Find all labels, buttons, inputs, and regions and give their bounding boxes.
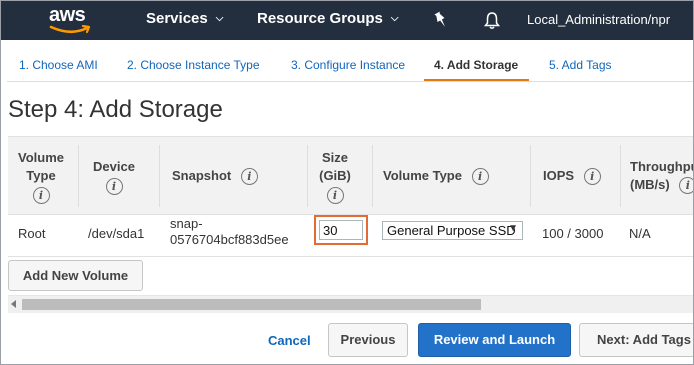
column-divider <box>307 145 308 207</box>
bell-icon[interactable] <box>483 11 501 30</box>
header-volume-type-2-label: Volume Type <box>383 168 462 183</box>
cell-snapshot: snap- 0576704bcf883d5ee <box>170 216 289 248</box>
tab-add-storage[interactable]: 4. Add Storage <box>434 58 518 72</box>
header-size: Size (GiB) i <box>317 149 353 205</box>
tab-choose-instance-type[interactable]: 2. Choose Instance Type <box>127 58 260 72</box>
header-throughput-line2: (MB/s) <box>630 177 670 192</box>
volume-type-select[interactable]: General Purpose SSD ▼ <box>382 221 523 240</box>
chevron-down-icon: ⌵ <box>215 13 224 24</box>
info-icon[interactable]: i <box>105 178 123 196</box>
header-throughput: Throughput (MB/s) i <box>630 158 693 195</box>
resource-groups-label: Resource Groups <box>257 10 383 27</box>
tab-choose-ami[interactable]: 1. Choose AMI <box>19 58 98 72</box>
account-menu[interactable]: Local_Administration/npr <box>527 12 670 27</box>
previous-button[interactable]: Previous <box>328 323 408 357</box>
info-icon[interactable]: i <box>471 168 489 186</box>
cell-iops: 100 / 3000 <box>542 226 604 241</box>
cancel-link[interactable]: Cancel <box>268 333 311 348</box>
info-icon[interactable]: i <box>326 187 344 205</box>
logo-text: aws <box>49 4 86 26</box>
add-new-volume-button[interactable]: Add New Volume <box>8 260 143 291</box>
review-and-launch-button[interactable]: Review and Launch <box>418 323 571 357</box>
info-icon[interactable]: i <box>240 168 258 186</box>
tab-configure-instance[interactable]: 3. Configure Instance <box>291 58 405 72</box>
scroll-left-arrow-icon[interactable] <box>11 300 16 308</box>
app-window: aws Services ⌵ Resource Groups ⌵ Local_Adm… <box>0 0 694 365</box>
services-menu[interactable]: Services ⌵ <box>146 10 223 27</box>
info-icon[interactable]: i <box>32 187 50 205</box>
header-throughput-line1: Throughput <box>630 159 693 174</box>
header-snapshot-label: Snapshot <box>172 168 232 183</box>
top-nav: aws Services ⌵ Resource Groups ⌵ Local_Adm… <box>1 1 693 40</box>
logo-smile-icon <box>49 25 91 34</box>
column-divider <box>530 145 531 207</box>
info-icon[interactable]: i <box>583 168 601 186</box>
header-volume-type-line1: Volume <box>18 150 64 165</box>
next-add-tags-button[interactable]: Next: Add Tags <box>579 323 693 357</box>
header-device: Device i <box>90 158 138 196</box>
volume-type-selected: General Purpose SSD <box>387 223 516 238</box>
header-volume-type-line2: Type <box>26 168 56 183</box>
scrollbar-thumb[interactable] <box>22 299 481 310</box>
table-row: Root /dev/sda1 snap- 0576704bcf883d5ee G… <box>8 214 693 257</box>
pin-icon[interactable] <box>433 11 449 29</box>
header-iops: IOPS i <box>543 167 601 186</box>
size-input[interactable] <box>319 220 363 240</box>
page-title: Step 4: Add Storage <box>8 96 223 123</box>
info-icon[interactable]: i <box>679 177 693 195</box>
column-divider <box>159 145 160 207</box>
header-snapshot: Snapshot i <box>172 167 258 186</box>
header-size-line2: (GiB) <box>319 168 351 183</box>
aws-logo[interactable]: aws <box>49 4 93 36</box>
column-divider <box>78 145 79 207</box>
tabs-divider <box>7 81 693 82</box>
header-volume-type: Volume Type i <box>18 149 64 205</box>
cell-snapshot-line1: snap- <box>170 216 203 231</box>
column-divider <box>372 145 373 207</box>
cell-snapshot-line2: 0576704bcf883d5ee <box>170 232 289 247</box>
cell-device: /dev/sda1 <box>88 226 145 241</box>
table-header: Volume Type i Device i Snapshot i Size (… <box>8 136 693 215</box>
header-device-label: Device <box>93 159 135 174</box>
header-size-line1: Size <box>321 150 348 165</box>
wizard-tabs: 1. Choose AMI 2. Choose Instance Type 3.… <box>1 40 693 82</box>
resource-groups-menu[interactable]: Resource Groups ⌵ <box>257 10 398 27</box>
dropdown-caret-icon: ▼ <box>508 223 518 234</box>
services-label: Services <box>146 10 208 27</box>
header-volume-type-2: Volume Type i <box>383 167 489 186</box>
horizontal-scrollbar[interactable] <box>8 295 693 313</box>
tab-add-tags[interactable]: 5. Add Tags <box>549 58 612 72</box>
cell-volume-type: Root <box>18 226 46 241</box>
header-iops-label: IOPS <box>543 168 575 183</box>
chevron-down-icon: ⌵ <box>390 13 399 24</box>
column-divider <box>620 145 621 207</box>
cell-throughput: N/A <box>629 226 651 241</box>
